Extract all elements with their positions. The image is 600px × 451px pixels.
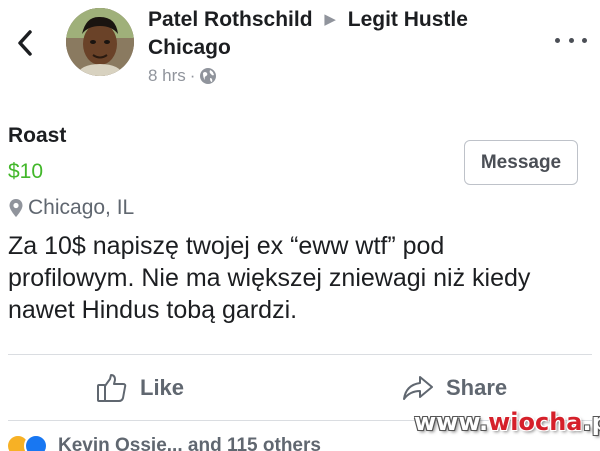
like-reaction-icon bbox=[24, 434, 48, 451]
chevron-left-icon bbox=[18, 30, 32, 56]
thumbs-up-icon bbox=[97, 374, 127, 402]
post-text: Za 10$ napiszę twojej ex “eww wtf” pod p… bbox=[8, 232, 531, 324]
meta-separator: · bbox=[189, 66, 196, 85]
listing-title: Roast bbox=[8, 124, 67, 147]
map-pin-icon bbox=[9, 199, 23, 217]
listing-location: Chicago, IL bbox=[8, 196, 134, 220]
share-label: Share bbox=[446, 375, 508, 400]
post-time[interactable]: 8 hrs bbox=[148, 66, 186, 86]
group-name[interactable]: Legit Hustle bbox=[348, 8, 468, 31]
reactions-text: Kevin Ossie... and 115 others bbox=[58, 435, 321, 451]
post-screen: Patel Rothschild ▶ Legit Hustle Chicago … bbox=[0, 0, 600, 451]
post-meta: 8 hrs · bbox=[148, 66, 217, 86]
ellipsis-icon bbox=[555, 37, 560, 43]
globe-icon bbox=[200, 68, 217, 84]
post-heading: Patel Rothschild ▶ Legit Hustle Chicago bbox=[148, 6, 538, 62]
share-arrow-icon bbox=[403, 376, 433, 400]
author-name[interactable]: Patel Rothschild bbox=[148, 8, 313, 31]
avatar[interactable] bbox=[66, 8, 134, 76]
more-options-button[interactable] bbox=[555, 30, 587, 50]
post-header: Patel Rothschild ▶ Legit Hustle Chicago … bbox=[0, 0, 600, 100]
message-button[interactable]: Message bbox=[464, 140, 578, 185]
location-text: Chicago, IL bbox=[28, 196, 135, 219]
like-label: Like bbox=[140, 375, 185, 400]
back-button[interactable] bbox=[12, 26, 38, 60]
listing-price: $10 bbox=[8, 160, 44, 183]
share-button[interactable]: Share bbox=[402, 368, 507, 408]
watermark-logo: www.wiocha.pl bbox=[414, 408, 600, 436]
divider bbox=[8, 354, 592, 355]
group-location[interactable]: Chicago bbox=[148, 36, 231, 59]
reactions-summary[interactable]: Kevin Ossie... and 115 others bbox=[6, 434, 321, 451]
like-button[interactable]: Like bbox=[96, 368, 184, 408]
play-arrow-icon: ▶ bbox=[324, 11, 336, 28]
